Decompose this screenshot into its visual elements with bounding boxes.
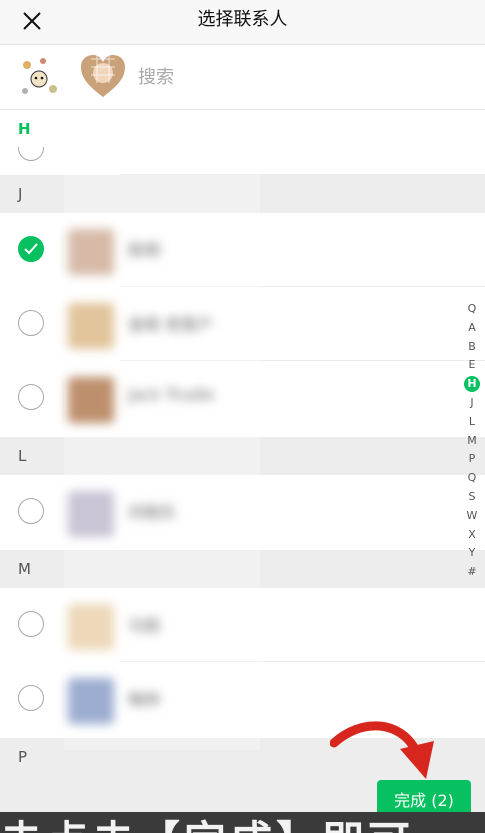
contact-name: Jack Trudie <box>128 385 215 404</box>
section-header-h: H <box>0 110 485 147</box>
contact-row[interactable]: 马丽 <box>0 588 485 662</box>
section-letter: P <box>18 748 28 766</box>
select-radio[interactable] <box>18 611 44 637</box>
contact-row[interactable]: 陈明 <box>0 213 485 287</box>
avatar <box>68 377 114 423</box>
section-letter: M <box>18 560 31 578</box>
section-header-m: M <box>0 550 485 588</box>
section-letter: L <box>18 447 27 465</box>
contact-name: 金晓 老客户 <box>128 315 214 334</box>
select-radio[interactable] <box>18 384 44 410</box>
index-letter[interactable]: X <box>462 526 482 545</box>
index-letter[interactable]: E <box>462 356 482 375</box>
search-input[interactable] <box>136 65 440 89</box>
index-letter[interactable]: # <box>462 563 482 582</box>
index-letter[interactable]: W <box>462 507 482 526</box>
contact-name: 梅林 <box>128 690 161 709</box>
index-letter[interactable]: Y <box>462 544 482 563</box>
avatar <box>68 229 114 275</box>
select-radio[interactable] <box>18 685 44 711</box>
contact-row[interactable]: 刘晓乐 <box>0 475 485 550</box>
contact-name: 刘晓乐 <box>128 503 177 522</box>
index-letter[interactable]: M <box>462 432 482 451</box>
section-header-l: L <box>0 437 485 475</box>
avatar <box>68 678 114 724</box>
check-icon <box>24 243 38 255</box>
contact-row[interactable]: Jack Trudie <box>0 361 485 437</box>
section-letter: H <box>18 120 31 138</box>
page-title: 选择联系人 <box>197 9 288 30</box>
heart-photo-avatar[interactable] <box>79 53 127 101</box>
tutorial-caption: 击点击【完成】即可 <box>0 812 485 833</box>
contact-row[interactable]: 金晓 老客户 <box>0 287 485 361</box>
index-letter[interactable]: S <box>462 488 482 507</box>
select-radio[interactable] <box>18 498 44 524</box>
index-letter[interactable]: J <box>462 394 482 413</box>
index-letter[interactable]: Q <box>462 300 482 319</box>
select-radio[interactable] <box>18 147 44 161</box>
select-radio[interactable] <box>18 310 44 336</box>
avatar <box>68 604 114 650</box>
index-letter[interactable]: A <box>462 319 482 338</box>
index-letter[interactable]: L <box>462 413 482 432</box>
index-letter[interactable]: B <box>462 338 482 357</box>
section-letter: J <box>18 185 23 203</box>
selected-contacts-bar <box>0 45 485 110</box>
avatar <box>68 491 114 537</box>
alphabet-index-bar[interactable]: Q A B E H J L M P Q S W X Y # <box>462 300 482 582</box>
select-radio[interactable] <box>18 236 44 262</box>
header-bar: 选择联系人 <box>0 0 485 45</box>
contact-name: 陈明 <box>128 241 161 260</box>
contact-name: 马丽 <box>128 616 161 635</box>
caption-text: 击点击【完成】即可 <box>0 812 414 833</box>
index-letter[interactable]: Q <box>462 469 482 488</box>
sticker-avatar[interactable] <box>17 53 65 101</box>
index-letter-active[interactable]: H <box>464 376 480 393</box>
list-item[interactable] <box>0 147 485 175</box>
index-letter[interactable]: P <box>462 450 482 469</box>
avatar <box>68 303 114 349</box>
section-header-j: J <box>0 175 485 213</box>
search-field[interactable] <box>136 63 440 91</box>
